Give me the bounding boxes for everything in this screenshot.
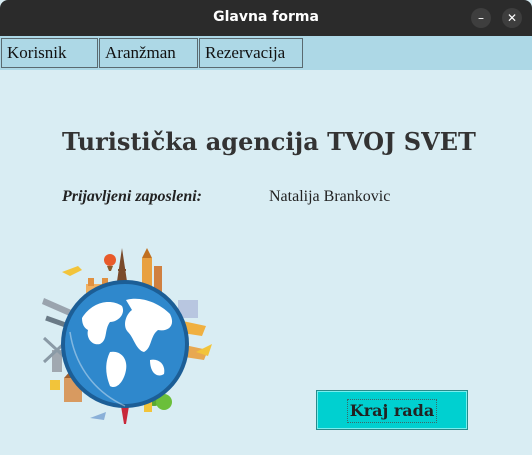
- exit-button[interactable]: Kraj rada: [316, 390, 468, 430]
- menu-rezervacija[interactable]: Rezervacija: [199, 38, 303, 68]
- employee-label: Prijavljeni zaposleni:: [62, 188, 202, 205]
- minimize-button[interactable]: –: [471, 8, 491, 28]
- menu-aranzman[interactable]: Aranžman: [99, 38, 198, 68]
- window-title: Glavna forma: [213, 9, 319, 25]
- menu-bar: Korisnik Aranžman Rezervacija: [0, 36, 532, 70]
- employee-name: Natalija Brankovic: [269, 188, 391, 205]
- globe-landmarks-illustration: [42, 248, 212, 424]
- page-title: Turistička agencija TVOJ SVET: [62, 127, 476, 156]
- exit-button-label: Kraj rada: [347, 399, 437, 423]
- globe-icon: [61, 280, 189, 408]
- close-button[interactable]: ✕: [502, 8, 522, 28]
- menu-korisnik[interactable]: Korisnik: [1, 38, 98, 68]
- title-bar[interactable]: Glavna forma – ✕: [0, 0, 532, 36]
- main-window: Glavna forma – ✕ Korisnik Aranžman Rezer…: [0, 0, 532, 455]
